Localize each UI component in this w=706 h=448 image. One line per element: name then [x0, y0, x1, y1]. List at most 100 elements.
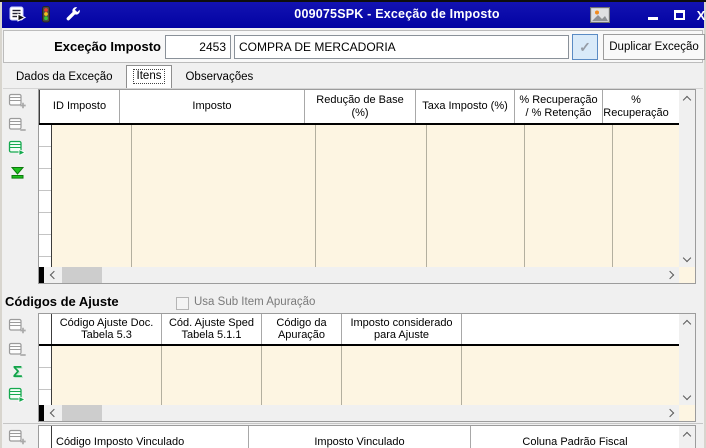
body-col — [262, 346, 342, 405]
tab-itens[interactable]: Itens — [125, 65, 173, 88]
close-button[interactable]: X — [690, 6, 706, 24]
col-header-codigo-ajuste-doc[interactable]: Código Ajuste Doc. Tabela 5.3 — [52, 314, 162, 344]
col-header-codigo-apuracao[interactable]: Código da Apuração — [262, 314, 342, 344]
chevron-up-icon — [682, 95, 692, 104]
col-header-reducao-base[interactable]: Redução de Base (%) — [305, 90, 416, 123]
linked-grid[interactable]: Código Imposto Vinculado Imposto Vincula… — [38, 425, 696, 448]
adjust-vertical-scrollbar[interactable] — [679, 314, 695, 405]
chevron-down-icon — [682, 253, 692, 262]
form-icon — [9, 6, 27, 22]
adjust-horizontal-scrollbar[interactable] — [39, 405, 679, 421]
scroll-down-button[interactable] — [679, 389, 695, 405]
header-panel: Exceção Imposto 2453 COMPRA DE MERCADORI… — [3, 30, 705, 63]
app-window: 009075SPK - Exceção de Imposto X Exceção… — [0, 0, 706, 448]
adjust-section-title: Códigos de Ajuste — [5, 294, 119, 309]
go-to-last-icon — [10, 167, 25, 179]
chevron-up-icon — [682, 431, 692, 440]
insert-row-icon — [8, 318, 26, 334]
traffic-light-icon — [38, 6, 54, 23]
col-header-recuperacao[interactable]: % Recuperação — [603, 90, 669, 123]
scroll-right-button[interactable] — [663, 267, 679, 283]
adjust-sum-button[interactable]: Σ — [8, 363, 27, 382]
delete-row-icon — [8, 342, 26, 356]
minimize-icon — [648, 17, 658, 20]
adjust-grid-body[interactable] — [39, 346, 679, 405]
post-row-icon — [8, 140, 26, 157]
linked-grid-header: Código Imposto Vinculado Imposto Vincula… — [39, 426, 679, 448]
window-title: 009075SPK - Exceção de Imposto — [294, 7, 500, 21]
adjust-delete-row-button[interactable] — [8, 341, 27, 360]
col-header-imposto-considerado[interactable]: Imposto considerado para Ajuste — [342, 314, 462, 344]
adjust-grid-header: Código Ajuste Doc. Tabela 5.3 Cód. Ajust… — [39, 314, 679, 346]
check-icon: ✓ — [579, 38, 591, 55]
scrollbar-corner — [679, 267, 695, 283]
col-header-cod-ajuste-sped[interactable]: Cód. Ajuste Sped Tabela 5.1.1 — [162, 314, 262, 344]
tab-dados-da-excecao[interactable]: Dados da Exceção — [6, 68, 123, 88]
header-filler — [462, 314, 679, 344]
tab-observacoes[interactable]: Observações — [175, 68, 263, 88]
items-grid-header: ID Imposto Imposto Redução de Base (%) T… — [39, 90, 679, 125]
exception-label: Exceção Imposto — [54, 39, 161, 54]
items-vertical-scrollbar[interactable] — [679, 90, 695, 267]
col-header-imposto-vinculado[interactable]: Imposto Vinculado — [249, 426, 471, 448]
window-titlebar[interactable]: 009075SPK - Exceção de Imposto X — [2, 2, 706, 28]
body-col — [316, 125, 427, 267]
items-grid-body[interactable] — [39, 125, 679, 267]
linked-vertical-scrollbar[interactable] — [679, 426, 695, 448]
scroll-down-button[interactable] — [679, 251, 695, 267]
body-col — [427, 125, 526, 267]
section-divider — [3, 423, 703, 424]
minimize-button[interactable] — [642, 6, 664, 24]
tab-itens-label: Itens — [132, 69, 166, 84]
col-header-taxa-imposto[interactable]: Taxa Imposto (%) — [416, 90, 515, 123]
window-border-left — [0, 2, 2, 448]
wrench-icon — [64, 6, 81, 23]
scrollbar-thumb[interactable] — [62, 267, 102, 283]
usa-sub-item-label: Usa Sub Item Apuração — [194, 296, 316, 308]
col-header-codigo-imposto-vinculado[interactable]: Código Imposto Vinculado — [52, 426, 249, 448]
col-header-recuperacao-retencao[interactable]: % Recuperação / % Retenção — [515, 90, 603, 123]
scrollbar-corner — [679, 405, 695, 421]
indicator-column — [39, 346, 52, 405]
scroll-up-button[interactable] — [679, 426, 695, 442]
exception-description-field[interactable]: COMPRA DE MERCADORIA — [234, 35, 569, 59]
adjust-insert-row-button[interactable] — [8, 317, 27, 336]
chevron-right-icon — [665, 270, 674, 280]
items-go-to-last-button[interactable] — [8, 162, 27, 181]
scroll-left-button[interactable] — [44, 405, 60, 421]
col-header-coluna-padrao-fiscal[interactable]: Coluna Padrão Fiscal — [471, 426, 679, 448]
items-grid[interactable]: ID Imposto Imposto Redução de Base (%) T… — [38, 89, 696, 284]
body-col — [52, 346, 162, 405]
chevron-down-icon — [682, 391, 692, 400]
picture-icon[interactable] — [590, 7, 610, 23]
tab-bar: Dados da Exceção Itens Observações — [6, 65, 263, 88]
items-horizontal-scrollbar[interactable] — [39, 267, 679, 283]
scroll-up-button[interactable] — [679, 90, 695, 106]
items-delete-row-button[interactable] — [8, 116, 27, 135]
insert-row-icon — [8, 429, 26, 445]
col-header-id-imposto[interactable]: ID Imposto — [40, 90, 120, 123]
scroll-right-button[interactable] — [663, 405, 679, 421]
items-post-row-button[interactable] — [8, 139, 27, 158]
adjust-post-row-button[interactable] — [8, 386, 27, 405]
scrollbar-thumb[interactable] — [62, 405, 102, 421]
col-header-imposto[interactable]: Imposto — [120, 90, 305, 123]
chevron-left-icon — [49, 408, 58, 418]
items-insert-row-button[interactable] — [8, 92, 27, 111]
usa-sub-item-checkbox[interactable] — [176, 297, 189, 310]
scroll-left-button[interactable] — [44, 267, 60, 283]
confirm-button[interactable]: ✓ — [572, 34, 598, 60]
body-col — [342, 346, 462, 405]
delete-row-icon — [8, 117, 26, 131]
indicator-column-header — [39, 314, 52, 344]
scroll-up-button[interactable] — [679, 314, 695, 330]
indicator-column — [39, 125, 52, 267]
maximize-button[interactable] — [668, 6, 690, 24]
indicator-column-header — [39, 426, 52, 448]
linked-insert-row-button[interactable] — [8, 428, 27, 447]
post-row-icon — [8, 387, 26, 404]
duplicate-exception-button[interactable]: Duplicar Exceção — [603, 34, 705, 60]
adjust-grid[interactable]: Código Ajuste Doc. Tabela 5.3 Cód. Ajust… — [38, 313, 696, 422]
body-col — [162, 346, 262, 405]
exception-id-field[interactable]: 2453 — [165, 35, 231, 59]
